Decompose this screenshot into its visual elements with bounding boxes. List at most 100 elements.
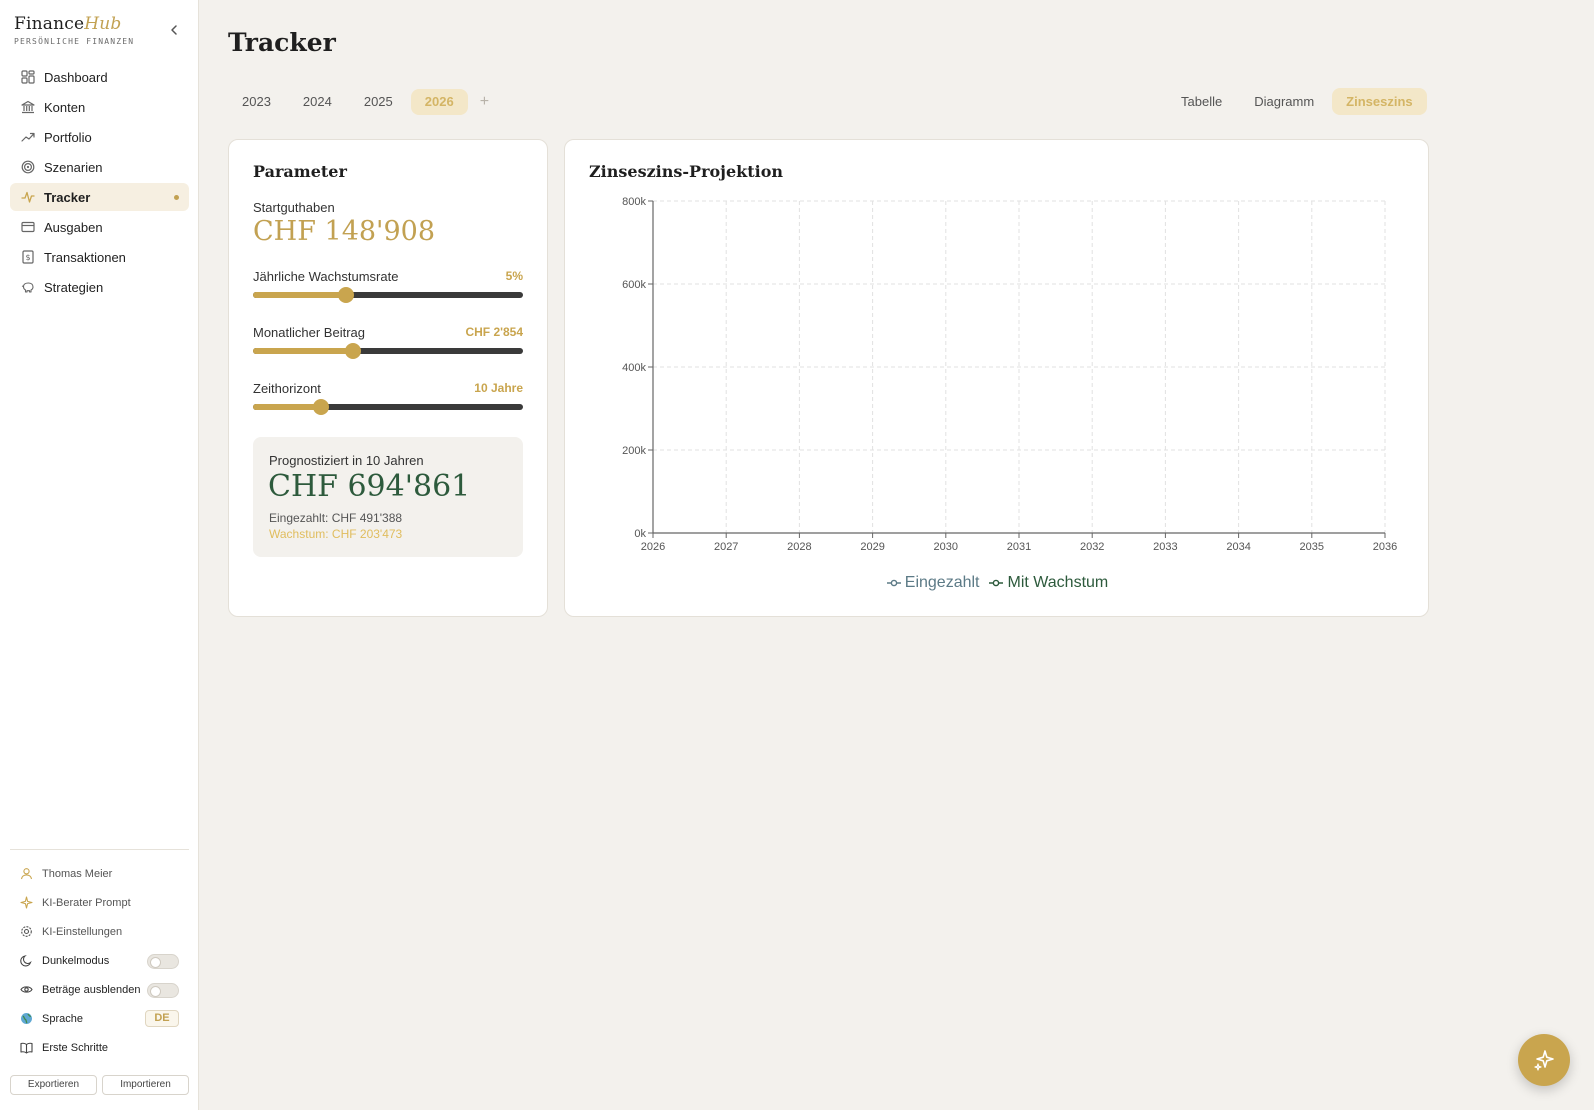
year-tab-2026[interactable]: 2026 [410, 89, 468, 115]
ai-settings-label: KI-Einstellungen [42, 925, 123, 938]
import-export-buttons: Exportieren Importieren [10, 1075, 189, 1095]
chevron-left-icon [171, 25, 177, 35]
nav-label: Konten [44, 99, 86, 115]
time-horizon-slider-row: Zeithorizont 10 Jahre [253, 381, 523, 415]
x-tick-label: 2027 [714, 541, 738, 553]
x-tick-label: 2030 [934, 541, 958, 553]
y-tick-label: 800k [622, 196, 646, 208]
start-balance-value: CHF 148'908 [253, 216, 436, 247]
bank-icon [21, 100, 35, 114]
x-tick-label: 2032 [1080, 541, 1104, 553]
slider-thumb[interactable] [338, 287, 355, 303]
slider-thumb[interactable] [312, 399, 329, 415]
nav-item-dashboard[interactable]: Dashboard [10, 63, 189, 91]
nav-item-szenarien[interactable]: Szenarien [10, 153, 189, 181]
getting-started-link[interactable]: Erste Schritte [10, 1033, 189, 1062]
compound-interest-chart: 0k 200k 400k 600k 800k 2026 2027 2028 2029 2030 20… [622, 196, 1397, 553]
ai-assistant-fab[interactable] [1518, 1034, 1570, 1086]
import-button[interactable]: Importieren [102, 1075, 189, 1095]
nav-item-transaktionen[interactable]: $ Transaktionen [10, 243, 189, 271]
hide-amounts-row: Beträge ausblenden [10, 975, 189, 1004]
hide-amounts-label: Beträge ausblenden [42, 983, 141, 996]
y-tick-label: 600k [622, 279, 646, 291]
sidebar-bottom: Thomas Meier KI-Berater Prompt KI-Einste… [10, 859, 189, 1062]
hide-amounts-toggle[interactable] [147, 983, 179, 998]
legend-item-eingezahlt[interactable]: Eingezahlt [886, 574, 980, 592]
collapse-sidebar-button[interactable] [166, 22, 182, 38]
year-tab-2023[interactable]: 2023 [228, 89, 285, 115]
year-tab-2025[interactable]: 2025 [350, 89, 407, 115]
growth-rate-label: Jährliche Wachstumsrate [253, 269, 399, 284]
monthly-contribution-value: CHF 2'854 [465, 325, 523, 339]
slider-thumb[interactable] [344, 343, 361, 359]
x-tick-label: 2036 [1373, 541, 1397, 553]
moon-icon [20, 955, 32, 967]
globe-icon [21, 1013, 32, 1024]
legend-line-marker-icon [886, 579, 901, 587]
target-icon [21, 160, 35, 174]
monthly-contribution-slider-row: Monatlicher Beitrag CHF 2'854 [253, 325, 523, 359]
dark-mode-label: Dunkelmodus [42, 954, 110, 967]
monthly-contribution-label: Monatlicher Beitrag [253, 325, 365, 340]
legend-label: Eingezahlt [904, 574, 980, 591]
tab-zinseszins[interactable]: Zinseszins [1332, 88, 1427, 115]
nav-item-strategien[interactable]: Strategien [10, 273, 189, 301]
receipt-icon: $ [22, 250, 34, 264]
nav-label: Transaktionen [44, 249, 126, 265]
monthly-contribution-slider[interactable] [253, 343, 523, 359]
nav-label: Ausgaben [44, 219, 103, 235]
nav-label: Portfolio [44, 129, 92, 145]
x-tick-label: 2026 [641, 541, 665, 553]
brand-subtitle: PERSÖNLICHE FINANZEN [14, 37, 135, 46]
active-indicator-dot [174, 195, 179, 200]
slider-fill [253, 404, 321, 410]
main-nav: Dashboard Konten Portfolio Szenarien Tra… [10, 63, 189, 303]
time-horizon-slider[interactable] [253, 399, 523, 415]
sparkles-icon [1534, 1050, 1554, 1071]
nav-item-konten[interactable]: Konten [10, 93, 189, 121]
language-label: Sprache [42, 1012, 83, 1025]
sparkles-icon [20, 896, 33, 909]
page-title: Tracker [228, 28, 336, 57]
export-button[interactable]: Exportieren [10, 1075, 97, 1095]
dashboard-grid-icon [21, 70, 35, 84]
nav-item-ausgaben[interactable]: Ausgaben [10, 213, 189, 241]
nav-label: Tracker [44, 189, 91, 205]
sidebar-divider [10, 849, 189, 850]
language-row: Sprache DE [10, 1004, 189, 1033]
time-horizon-value: 10 Jahre [474, 381, 523, 395]
legend-item-mit-wachstum[interactable]: Mit Wachstum [989, 574, 1108, 592]
chart-legend: Eingezahlt Mit Wachstum [565, 574, 1430, 592]
growth-rate-slider-row: Jährliche Wachstumsrate 5% [253, 269, 523, 303]
brand-name-part1: Finance [14, 14, 85, 34]
growth-rate-slider[interactable] [253, 287, 523, 303]
y-tick-label: 0k [634, 528, 646, 540]
user-icon [20, 868, 33, 880]
user-profile[interactable]: Thomas Meier [10, 859, 189, 888]
user-name: Thomas Meier [42, 867, 113, 880]
x-tick-label: 2028 [787, 541, 811, 553]
dark-mode-toggle[interactable] [147, 954, 179, 969]
tab-tabelle[interactable]: Tabelle [1167, 88, 1236, 115]
language-selector[interactable]: DE [145, 1010, 179, 1027]
ai-advisor-prompt[interactable]: KI-Berater Prompt [10, 888, 189, 917]
parameters-card: Parameter Startguthaben CHF 148'908 Jähr… [228, 139, 548, 617]
ai-settings[interactable]: KI-Einstellungen [10, 917, 189, 946]
x-tick-label: 2031 [1007, 541, 1031, 553]
nav-item-portfolio[interactable]: Portfolio [10, 123, 189, 151]
year-tab-2024[interactable]: 2024 [289, 89, 346, 115]
add-year-button[interactable]: + [480, 89, 489, 115]
x-tick-label: 2029 [860, 541, 884, 553]
tab-diagramm[interactable]: Diagramm [1240, 88, 1328, 115]
nav-item-tracker[interactable]: Tracker [10, 183, 189, 211]
book-open-icon [20, 1042, 33, 1054]
brand-logo[interactable]: FinanceHub PERSÖNLICHE FINANZEN [14, 14, 134, 46]
start-balance-label: Startguthaben [253, 200, 335, 215]
x-tick-label: 2034 [1226, 541, 1250, 553]
legend-line-marker-icon [989, 579, 1004, 587]
legend-label: Mit Wachstum [1007, 574, 1109, 591]
eye-icon [20, 986, 33, 993]
getting-started-label: Erste Schritte [42, 1041, 109, 1054]
nav-label: Dashboard [44, 69, 108, 85]
nav-label: Szenarien [44, 159, 103, 175]
